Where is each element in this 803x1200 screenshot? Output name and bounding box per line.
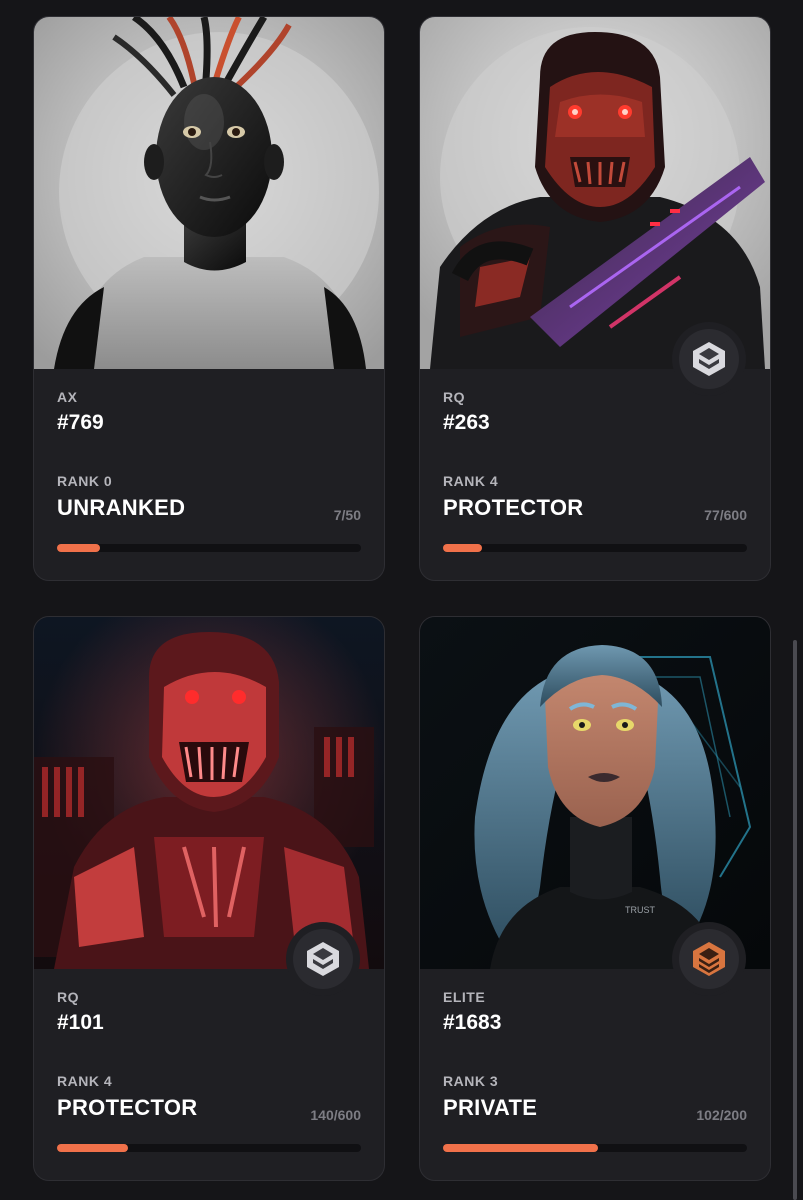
rank-name: PROTECTOR — [57, 1095, 198, 1120]
collection-label: AX — [57, 389, 78, 405]
nft-card-grid: AX #769 RANK 0 UNRANKED 7/50 RQ #263 RAN… — [0, 0, 803, 1200]
rank-label: RANK 4 — [443, 473, 499, 489]
token-number: #101 — [57, 1011, 104, 1034]
rank-progress-fill — [57, 544, 100, 552]
nft-artwork-red-glow-robot — [34, 617, 384, 969]
rank-label: RANK 0 — [57, 473, 113, 489]
rank-progress-text: 140/600 — [310, 1107, 361, 1123]
card-info: AX #769 RANK 0 UNRANKED 7/50 — [57, 369, 361, 580]
rank-progress-fill — [443, 1144, 599, 1152]
vertical-scrollbar[interactable] — [793, 640, 797, 1200]
nft-artwork-android — [34, 17, 384, 369]
rank-name: PRIVATE — [443, 1095, 538, 1120]
collection-label: RQ — [57, 989, 79, 1005]
card-info: ELITE #1683 RANK 3 PRIVATE 102/200 — [443, 969, 747, 1180]
rank-progress-bar — [57, 544, 361, 552]
rank-progress-fill — [57, 1144, 128, 1152]
card-info: RQ #263 RANK 4 PROTECTOR 77/600 — [443, 369, 747, 580]
rank-progress-bar — [443, 1144, 747, 1152]
rank-progress-text: 7/50 — [333, 507, 361, 523]
rank-progress-bar — [57, 1144, 361, 1152]
nft-card[interactable]: RQ #101 RANK 4 PROTECTOR 140/600 — [33, 616, 385, 1181]
rank-progress-text: 77/600 — [704, 507, 747, 523]
token-number: #263 — [443, 411, 490, 434]
nft-artwork-red-robot-gunner — [420, 17, 770, 369]
collection-label: RQ — [443, 389, 465, 405]
rank-progress-bar — [443, 544, 747, 552]
svg-text:TRUST: TRUST — [625, 905, 655, 915]
collection-label: ELITE — [443, 989, 486, 1005]
rank-label: RANK 4 — [57, 1073, 113, 1089]
rank-progress-fill — [443, 544, 482, 552]
card-info: RQ #101 RANK 4 PROTECTOR 140/600 — [57, 969, 361, 1180]
token-number: #1683 — [443, 1011, 502, 1034]
nft-card[interactable]: AX #769 RANK 0 UNRANKED 7/50 — [33, 16, 385, 581]
rank-name: PROTECTOR — [443, 495, 584, 520]
nft-card[interactable]: TRUST ELITE #1683 RANK 3 PRIVATE 102/200 — [419, 616, 771, 1181]
nft-card[interactable]: RQ #263 RANK 4 PROTECTOR 77/600 — [419, 16, 771, 581]
rank-label: RANK 3 — [443, 1073, 499, 1089]
rank-progress-text: 102/200 — [696, 1107, 747, 1123]
rank-name: UNRANKED — [57, 495, 186, 520]
token-number: #769 — [57, 411, 104, 434]
nft-artwork-blue-hair-character: TRUST — [420, 617, 770, 969]
